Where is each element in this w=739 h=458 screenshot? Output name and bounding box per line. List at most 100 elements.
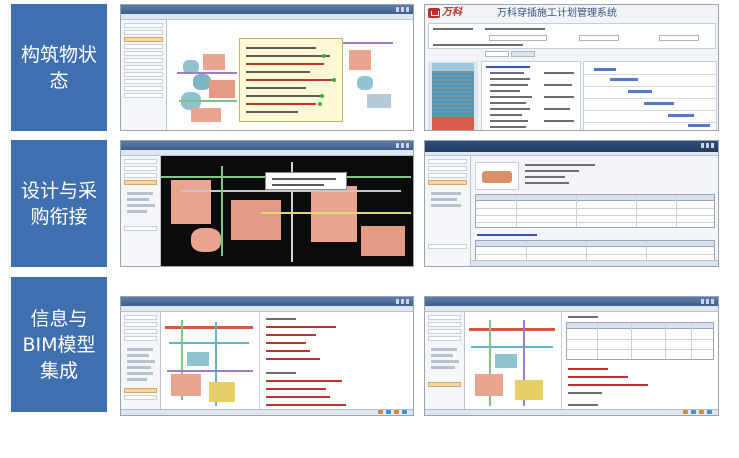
equipment-block bbox=[361, 226, 405, 256]
tree-row[interactable] bbox=[428, 329, 461, 334]
building-top bbox=[432, 63, 474, 71]
equipment-tank bbox=[357, 76, 373, 90]
gantt-bar[interactable] bbox=[688, 124, 710, 127]
task-list bbox=[481, 61, 581, 130]
tree-row[interactable] bbox=[124, 86, 163, 91]
status-icon bbox=[699, 410, 704, 414]
info-panel bbox=[259, 312, 413, 415]
pipe-run bbox=[471, 346, 553, 348]
nav-item[interactable] bbox=[428, 244, 467, 249]
gantt-bar[interactable] bbox=[668, 114, 694, 117]
model-viewport[interactable] bbox=[465, 312, 561, 415]
tree-row[interactable] bbox=[124, 93, 163, 98]
equipment-tank bbox=[191, 228, 221, 252]
tree-node-icon[interactable] bbox=[431, 348, 457, 351]
screenshot-procurement-detail bbox=[424, 140, 719, 267]
equipment-block bbox=[209, 382, 235, 402]
tree-row[interactable] bbox=[124, 44, 163, 49]
equipment-block bbox=[311, 186, 357, 242]
tree-row[interactable] bbox=[124, 30, 163, 35]
window-controls-icon[interactable] bbox=[701, 143, 715, 148]
equipment-block bbox=[191, 108, 221, 122]
window-controls-icon[interactable] bbox=[396, 143, 410, 148]
equipment-block bbox=[203, 54, 225, 70]
pipe-run bbox=[177, 72, 237, 74]
tree-row[interactable] bbox=[124, 58, 163, 63]
gantt-bar[interactable] bbox=[644, 102, 674, 105]
label-structure-status-text: 构筑物状 态 bbox=[20, 43, 97, 92]
nav-item[interactable] bbox=[428, 166, 467, 171]
tree-row[interactable] bbox=[124, 51, 163, 56]
status-bar bbox=[121, 409, 413, 415]
nav-sidebar bbox=[425, 156, 471, 266]
equipment-block bbox=[475, 374, 503, 396]
tree-row[interactable] bbox=[428, 315, 461, 320]
status-icon bbox=[386, 410, 391, 414]
tree-row[interactable] bbox=[124, 226, 157, 231]
equipment-block bbox=[367, 94, 391, 108]
tree-row[interactable] bbox=[124, 72, 163, 77]
equipment-block bbox=[231, 200, 281, 240]
nav-item-selected[interactable] bbox=[428, 180, 467, 185]
tree-node-icon[interactable] bbox=[127, 348, 153, 351]
tree-row-selected[interactable] bbox=[124, 37, 163, 42]
model-viewport[interactable] bbox=[167, 20, 413, 130]
nav-item[interactable] bbox=[428, 173, 467, 178]
gantt-bar[interactable] bbox=[610, 78, 638, 81]
tree-row[interactable] bbox=[124, 315, 157, 320]
tree-row[interactable] bbox=[124, 173, 157, 178]
tree-row[interactable] bbox=[124, 322, 157, 327]
window-titlebar bbox=[425, 297, 718, 306]
tree-row-selected[interactable] bbox=[428, 382, 461, 387]
attribute-table bbox=[566, 322, 714, 360]
equipment-block bbox=[515, 380, 543, 400]
screenshot-piping-model bbox=[120, 140, 414, 267]
window-controls-icon[interactable] bbox=[396, 299, 410, 304]
tree-row[interactable] bbox=[124, 329, 157, 334]
label-structure-status: 构筑物状 态 bbox=[11, 4, 107, 131]
model-tree-sidebar bbox=[121, 156, 161, 266]
gantt-chart bbox=[583, 61, 717, 130]
tree-row[interactable] bbox=[124, 395, 157, 400]
gantt-bar[interactable] bbox=[594, 68, 616, 71]
info-popup bbox=[239, 38, 343, 122]
pipe-run bbox=[343, 42, 393, 44]
tree-row[interactable] bbox=[124, 336, 157, 341]
screenshot-bim-table bbox=[424, 296, 719, 416]
status-bar bbox=[425, 409, 718, 415]
window-titlebar bbox=[121, 297, 413, 306]
window-controls-icon[interactable] bbox=[701, 299, 715, 304]
status-icon bbox=[322, 54, 326, 58]
equipment-thumbnail bbox=[475, 162, 519, 190]
window-titlebar bbox=[121, 141, 413, 150]
filter-bar bbox=[428, 23, 716, 49]
tree-row[interactable] bbox=[124, 23, 163, 28]
pipe-run bbox=[167, 370, 253, 372]
tree-row[interactable] bbox=[124, 166, 157, 171]
status-bar bbox=[471, 260, 718, 266]
tab[interactable] bbox=[511, 51, 535, 57]
tree-node-icon[interactable] bbox=[127, 192, 153, 195]
window-controls-icon[interactable] bbox=[396, 7, 410, 12]
tree-row[interactable] bbox=[124, 79, 163, 84]
tree-row[interactable] bbox=[124, 159, 157, 164]
app-logo-text: 万科 bbox=[442, 7, 462, 18]
filter-input[interactable] bbox=[659, 35, 699, 41]
tab[interactable] bbox=[485, 51, 509, 57]
filter-input[interactable] bbox=[579, 35, 619, 41]
tree-row[interactable] bbox=[124, 65, 163, 70]
tree-row[interactable] bbox=[428, 336, 461, 341]
tree-row-selected[interactable] bbox=[124, 180, 157, 185]
tree-row[interactable] bbox=[428, 322, 461, 327]
tree-row-selected[interactable] bbox=[124, 388, 157, 393]
building-model bbox=[428, 61, 478, 130]
gantt-bar[interactable] bbox=[628, 90, 652, 93]
equipment-block bbox=[349, 50, 371, 70]
nav-item[interactable] bbox=[428, 159, 467, 164]
model-viewport[interactable] bbox=[161, 312, 259, 415]
status-icon bbox=[683, 410, 688, 414]
label-design-procurement-text: 设计与采 购衔接 bbox=[20, 179, 97, 228]
filter-input[interactable] bbox=[489, 35, 547, 41]
screenshot-plan-management: 万科 万科穿插施工计划管理系统 bbox=[424, 4, 719, 131]
model-viewport[interactable] bbox=[161, 156, 413, 266]
